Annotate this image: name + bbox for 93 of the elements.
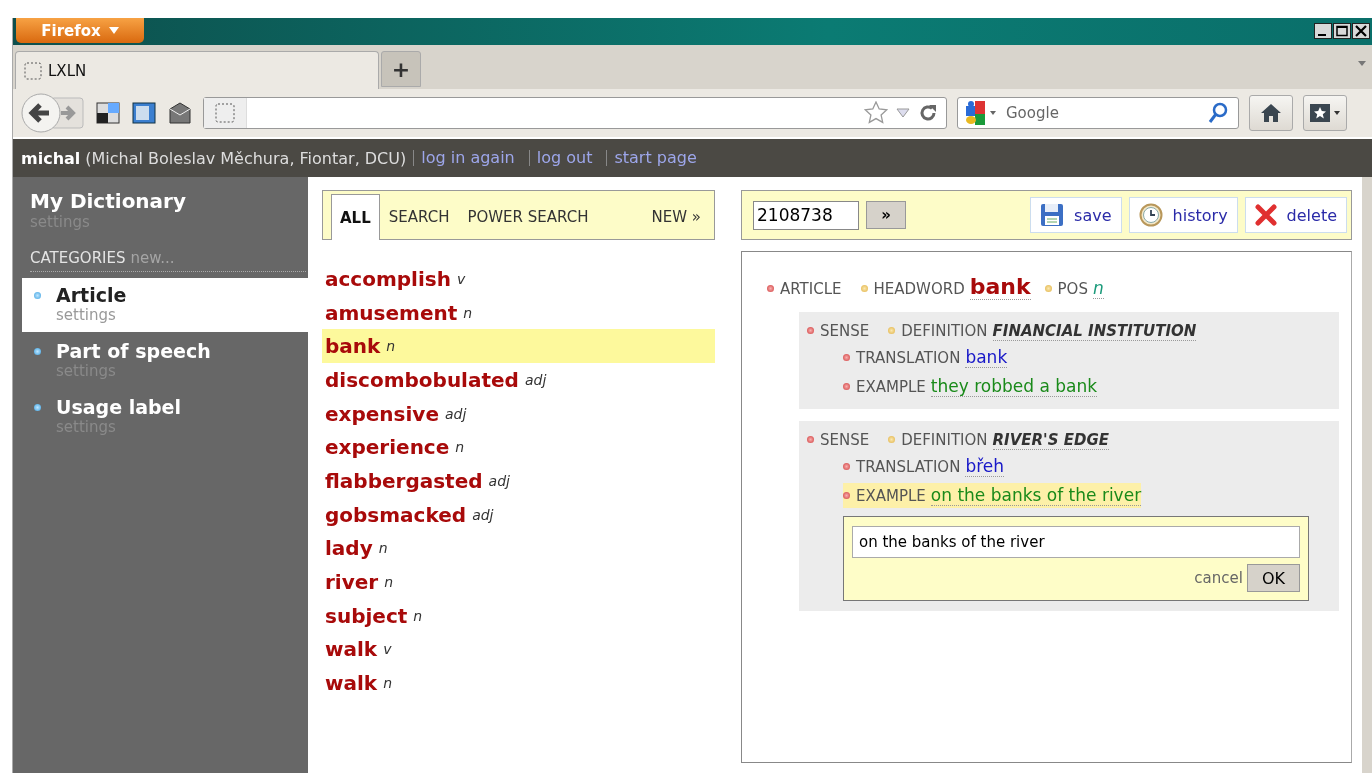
home-icon <box>1260 103 1282 123</box>
delete-button[interactable]: delete <box>1244 197 1347 233</box>
clock-icon <box>1138 203 1163 227</box>
entry-id-field[interactable]: 2108738 <box>753 200 859 230</box>
definition-value[interactable]: FINANCIAL INSTITUTION <box>992 322 1197 341</box>
bullet-icon <box>888 327 896 334</box>
bullet-icon <box>1044 285 1052 292</box>
maximize-icon[interactable] <box>1333 23 1351 39</box>
entry-item[interactable]: subject n <box>322 598 715 633</box>
browser-tab[interactable]: LXLN <box>15 51 379 89</box>
dictionary-title: My Dictionary <box>30 189 187 213</box>
list-tab[interactable]: NEW » <box>642 207 710 239</box>
cancel-link[interactable]: cancel <box>1194 569 1243 587</box>
search-bar[interactable]: Google <box>957 97 1239 129</box>
tab-list-icon[interactable] <box>1358 61 1366 66</box>
bullet-icon <box>34 404 41 411</box>
bookmarks-button[interactable] <box>1303 95 1347 131</box>
search-icon[interactable] <box>1208 102 1228 124</box>
field-label: SENSE <box>820 322 870 340</box>
translation-row[interactable]: TRANSLATION bank <box>843 345 1329 370</box>
field-label: DEFINITION <box>901 431 988 449</box>
bullet-icon <box>34 348 41 355</box>
entry-item[interactable]: accomplish v <box>322 262 715 296</box>
category-item[interactable]: Article settings <box>22 278 308 332</box>
headword-value[interactable]: bank <box>969 274 1031 300</box>
history-button[interactable]: history <box>1128 197 1238 233</box>
entry-item[interactable]: walk n <box>322 666 715 700</box>
account-link[interactable]: log in again <box>413 150 522 166</box>
bullet-icon <box>843 383 850 390</box>
bullet-icon <box>843 492 850 499</box>
home-button[interactable] <box>1249 95 1293 131</box>
field-label: TRANSLATION <box>856 349 961 367</box>
search-engine-icon[interactable] <box>964 100 998 126</box>
bullet-icon <box>888 436 896 443</box>
field-label: EXAMPLE <box>856 487 926 505</box>
entry-item[interactable]: flabbergasted adj <box>322 464 715 498</box>
field-label: SENSE <box>820 431 870 449</box>
example-row[interactable]: EXAMPLE on the banks of the river <box>843 483 1142 508</box>
bullet-icon <box>860 285 868 292</box>
star-icon[interactable] <box>864 101 888 125</box>
bullet-icon <box>767 285 774 292</box>
account-link[interactable]: start page <box>606 150 704 166</box>
list-tab[interactable]: POWER SEARCH <box>458 207 598 239</box>
user-details: (Michal Boleslav Měchura, Fiontar, DCU) <box>85 148 407 168</box>
field-label: POS <box>1057 280 1088 298</box>
close-icon[interactable] <box>1352 23 1370 39</box>
cross-icon <box>1254 204 1277 226</box>
new-tab-button[interactable]: + <box>381 51 421 87</box>
bullet-icon <box>34 292 41 299</box>
bullet-icon <box>807 327 814 334</box>
box-icon[interactable] <box>167 101 193 125</box>
reload-icon[interactable] <box>918 103 938 123</box>
entry-item[interactable]: walk v <box>322 632 715 667</box>
field-label: EXAMPLE <box>856 378 926 396</box>
page-icon <box>24 61 42 80</box>
save-button[interactable]: save <box>1030 197 1122 233</box>
list-tab[interactable]: SEARCH <box>379 207 459 239</box>
bullet-icon <box>843 463 850 470</box>
username: michal <box>21 148 81 168</box>
bookmarks-icon <box>1309 102 1341 124</box>
definition-value[interactable]: RIVER'S EDGE <box>992 431 1109 450</box>
field-label: HEADWORD <box>873 280 965 298</box>
minimize-icon[interactable] <box>1314 23 1332 39</box>
entry-item[interactable]: gobsmacked adj <box>322 497 715 532</box>
go-button[interactable]: » <box>866 201 906 229</box>
panel-icon[interactable] <box>131 101 157 125</box>
pos-value[interactable]: n <box>1092 278 1104 299</box>
bullet-icon <box>843 354 850 361</box>
back-icon[interactable] <box>21 93 85 133</box>
entry-item[interactable]: expensive adj <box>322 396 715 431</box>
list-tab[interactable]: ALL <box>331 194 380 240</box>
ok-button[interactable]: OK <box>1246 564 1300 592</box>
dropdown-icon[interactable] <box>896 108 910 118</box>
categories-heading: CATEGORIES <box>30 249 126 267</box>
address-field[interactable] <box>203 97 947 129</box>
caret-icon <box>108 27 119 34</box>
field-label: TRANSLATION <box>856 458 961 476</box>
entry-item[interactable]: amusement n <box>322 295 715 330</box>
entry-item[interactable]: bank n <box>322 329 715 364</box>
edit-field[interactable]: on the banks of the river <box>852 526 1300 558</box>
example-row[interactable]: EXAMPLE they robbed a bank <box>843 374 1329 399</box>
entry-item[interactable]: experience n <box>322 430 715 465</box>
entry-item[interactable]: lady n <box>322 531 715 566</box>
field-label: DEFINITION <box>901 322 988 340</box>
bullet-icon <box>807 436 814 443</box>
page-icon <box>215 103 235 123</box>
translation-row[interactable]: TRANSLATION břeh <box>843 454 1329 479</box>
account-link[interactable]: log out <box>528 150 600 166</box>
entry-item[interactable]: river n <box>322 565 715 599</box>
search-field[interactable]: Google <box>1004 103 1202 123</box>
window-icon[interactable] <box>95 101 121 125</box>
field-label: ARTICLE <box>780 280 842 298</box>
entry-item[interactable]: discombobulated adj <box>322 363 715 397</box>
